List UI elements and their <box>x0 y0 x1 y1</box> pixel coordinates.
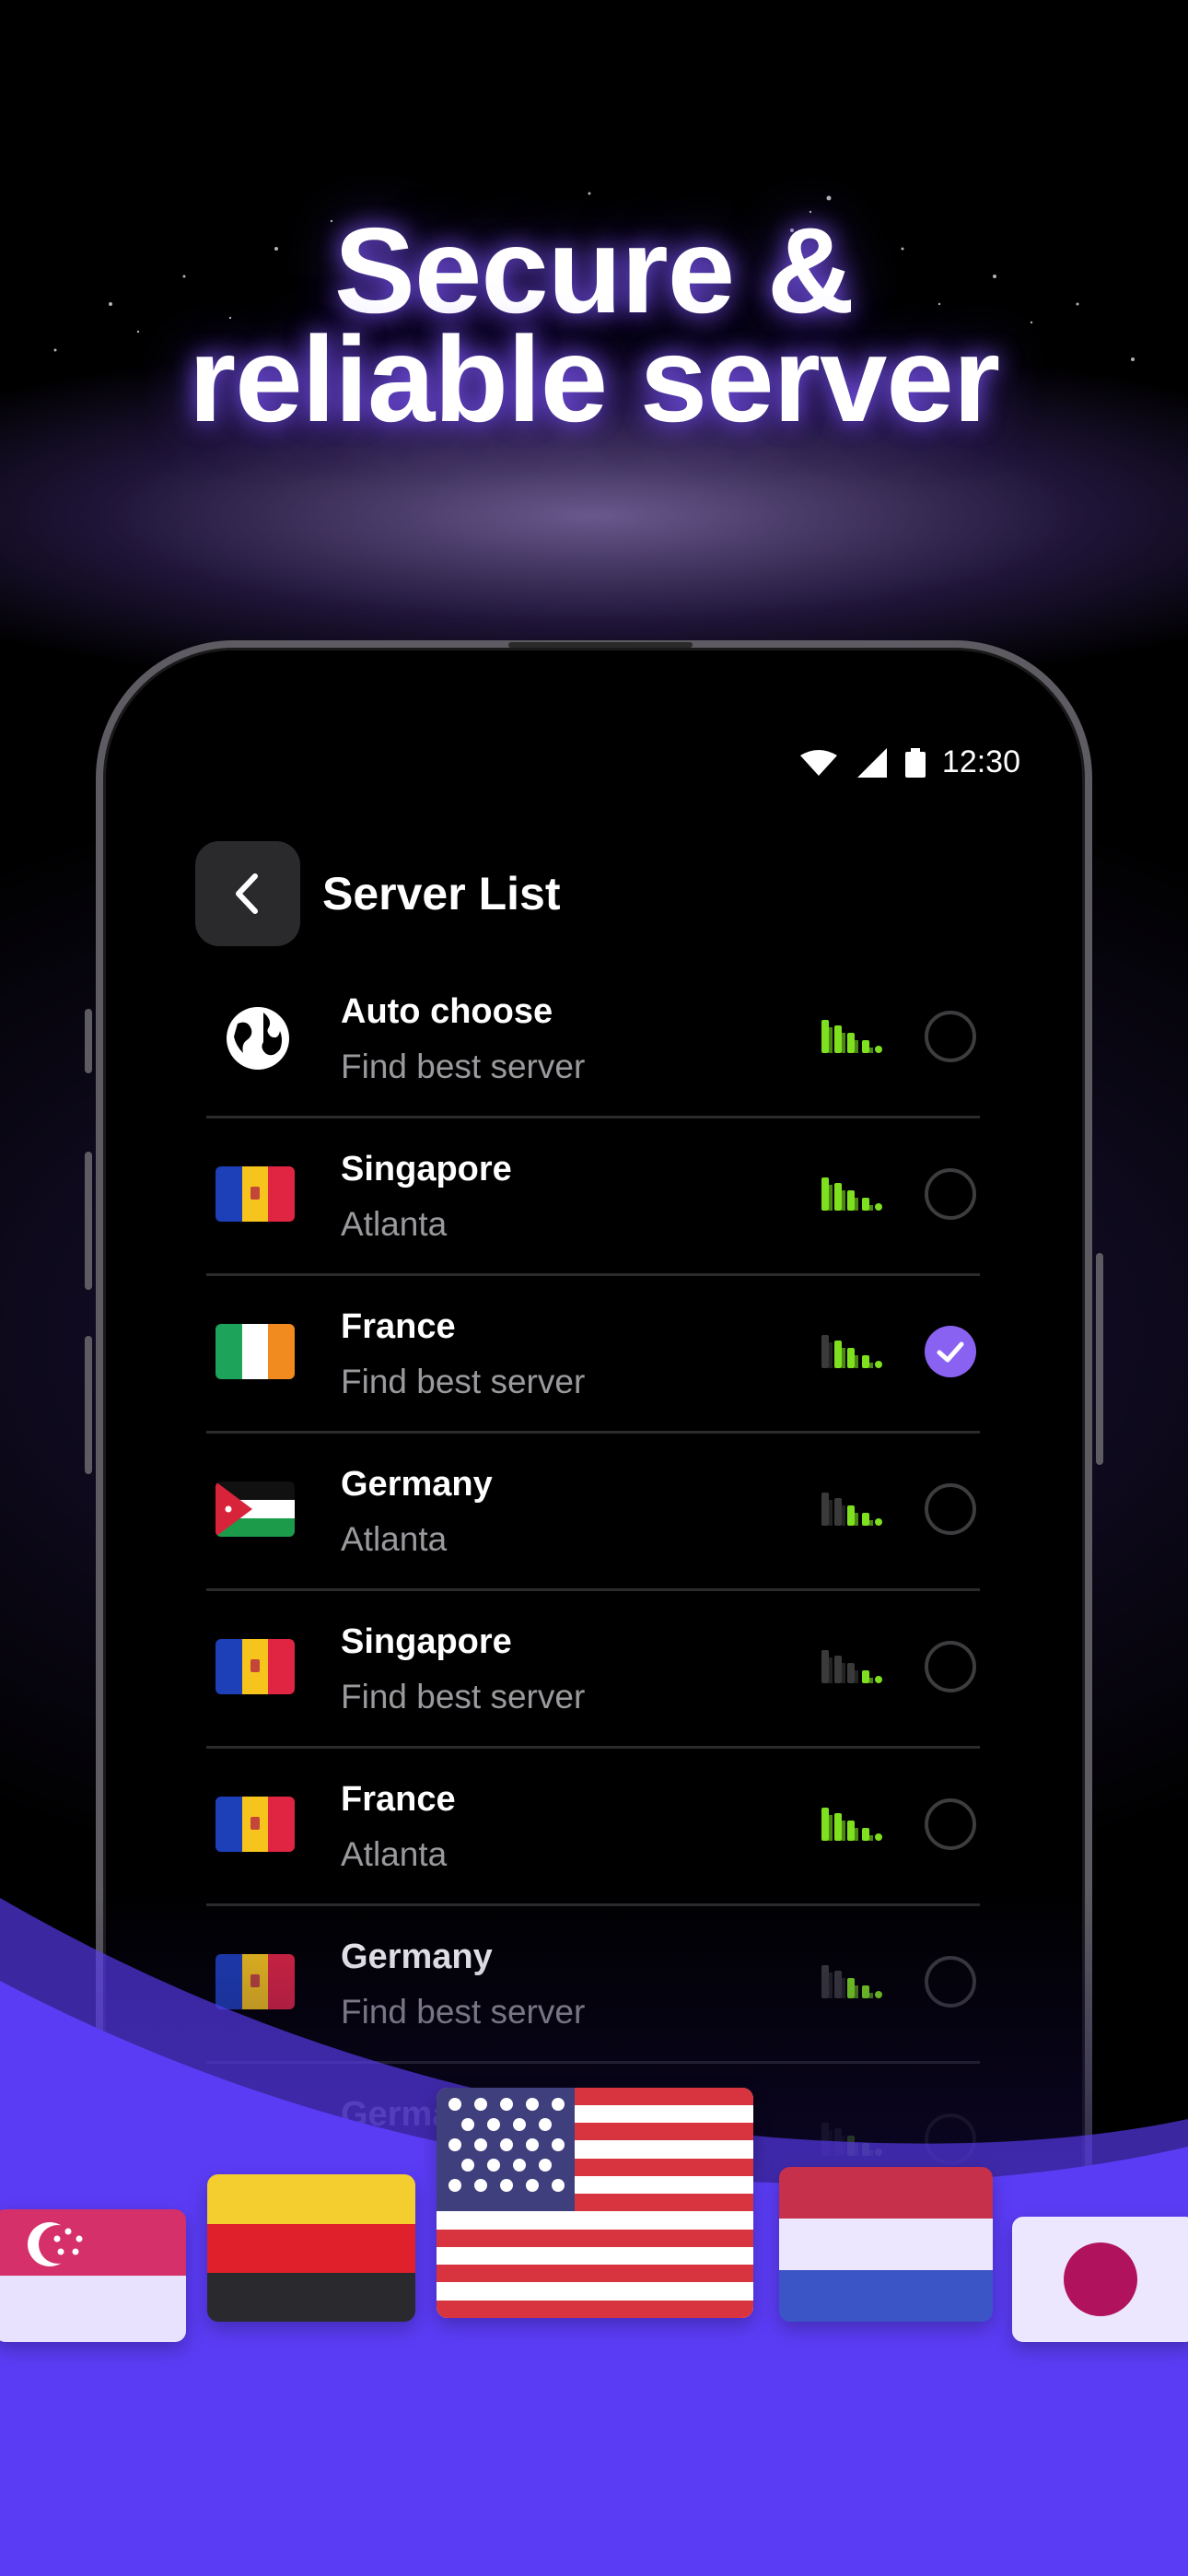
server-row[interactable]: Germany Atlanta <box>206 1434 980 1591</box>
signal-strength-icon <box>821 1650 882 1683</box>
phone-side-button <box>85 1152 92 1290</box>
server-location: Find best server <box>341 1363 586 1400</box>
signal-strength-icon <box>821 1020 882 1053</box>
check-icon <box>937 1341 964 1363</box>
server-row[interactable]: Singapore Atlanta <box>206 1118 980 1276</box>
server-row[interactable]: Singapore Find best server <box>206 1591 980 1749</box>
headline: Secure & reliable server <box>0 203 1188 447</box>
signal-strength-icon <box>821 1335 882 1368</box>
server-radio-selected[interactable] <box>925 1326 976 1377</box>
battery-icon <box>904 747 926 778</box>
server-radio[interactable] <box>925 1798 976 1850</box>
ireland-flag-icon <box>215 1324 295 1379</box>
server-name: Auto choose <box>341 992 553 1031</box>
server-radio[interactable] <box>925 1168 976 1220</box>
server-name: Germany <box>341 1465 493 1504</box>
phone-side-button <box>85 1009 92 1073</box>
signal-strength-icon <box>821 1493 882 1526</box>
server-radio[interactable] <box>925 1641 976 1692</box>
server-location: Find best server <box>341 1678 586 1715</box>
server-row[interactable]: France Find best server <box>206 1276 980 1434</box>
phone-speaker <box>508 642 693 648</box>
jordan-flag-icon <box>215 1481 295 1537</box>
server-location: Find best server <box>341 1048 586 1085</box>
server-row[interactable]: Auto choose Find best server <box>206 961 980 1118</box>
server-location: Atlanta <box>341 1205 448 1243</box>
andorra-flag-icon <box>215 1166 295 1222</box>
phone-side-button <box>85 1336 92 1474</box>
globe-icon <box>227 1007 289 1070</box>
screen-header: Server List <box>195 841 560 946</box>
server-radio[interactable] <box>925 1483 976 1535</box>
page-title: Server List <box>322 868 561 919</box>
bottom-wave <box>0 1898 1188 2576</box>
phone-side-button <box>1096 1253 1103 1465</box>
back-button[interactable] <box>195 841 300 946</box>
server-name: Singapore <box>341 1622 512 1661</box>
signal-strength-icon <box>821 1177 882 1211</box>
headline-line-2: reliable server <box>188 311 1000 447</box>
server-name: Singapore <box>341 1150 512 1188</box>
headline-line-1: Secure & <box>333 203 855 338</box>
signal-icon <box>856 747 887 778</box>
status-time: 12:30 <box>941 744 1020 779</box>
server-radio[interactable] <box>925 1011 976 1062</box>
wifi-icon <box>799 749 837 776</box>
server-location: Atlanta <box>341 1835 448 1873</box>
andorra-flag-icon <box>215 1639 295 1694</box>
server-location: Atlanta <box>341 1520 448 1558</box>
server-name: France <box>341 1307 456 1346</box>
status-bar: 12:30 <box>798 744 1020 780</box>
andorra-flag-icon <box>215 1797 295 1852</box>
chevron-left-icon <box>236 873 258 914</box>
server-name: France <box>341 1780 456 1819</box>
signal-strength-icon <box>821 1808 882 1841</box>
